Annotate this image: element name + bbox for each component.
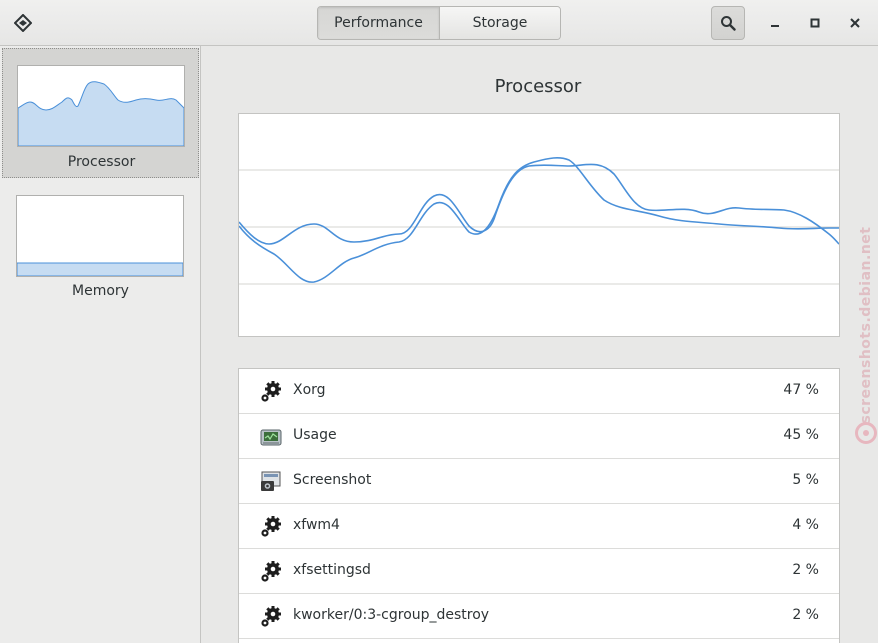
process-name: Xorg [293, 382, 326, 398]
cpu-line-1 [239, 163, 839, 245]
process-row-screenshot[interactable]: Screenshot 5 % [239, 459, 839, 504]
cpu-line-2 [239, 157, 839, 283]
process-cpu-value: 45 % [783, 427, 819, 443]
gears-icon [261, 561, 281, 582]
main-panel: Processor Xorg 47 % Usage 45 % Screensho… [202, 46, 878, 643]
sidebar-item-processor[interactable]: Processor [2, 48, 199, 178]
process-name: kworker/0:3-cgroup_destroy [293, 607, 490, 623]
gears-icon [261, 516, 281, 537]
minimize-icon [771, 25, 779, 27]
close-button[interactable] [845, 13, 865, 33]
process-cpu-value: 2 % [792, 607, 819, 623]
watermark-text: screenshots.debian.net [858, 226, 874, 424]
close-icon [850, 18, 860, 28]
system-monitor-icon [260, 429, 282, 446]
process-cpu-value: 4 % [792, 517, 819, 533]
tab-performance[interactable]: Performance [318, 7, 439, 39]
processor-thumbnail-graph [17, 65, 185, 147]
process-name: xfsettingsd [293, 562, 371, 578]
gears-icon [261, 381, 281, 402]
process-row-kworker[interactable]: kworker/0:3-cgroup_destroy 2 % [239, 594, 839, 639]
search-button[interactable] [711, 6, 745, 40]
gears-icon [261, 606, 281, 627]
process-name: xfwm4 [293, 517, 340, 533]
sidebar-item-memory[interactable]: Memory [2, 179, 199, 309]
process-cpu-value: 47 % [783, 382, 819, 398]
watermark: screenshots.debian.net [852, 200, 878, 450]
search-icon [721, 16, 736, 31]
memory-thumbnail-graph [16, 195, 184, 277]
process-row-xfwm4[interactable]: xfwm4 4 % [239, 504, 839, 549]
page-title: Processor [494, 76, 582, 97]
process-cpu-value: 2 % [792, 562, 819, 578]
process-list: Xorg 47 % Usage 45 % Screenshot 5 % xfwm… [238, 368, 840, 643]
sidebar-item-label: Memory [72, 283, 129, 299]
minimize-button[interactable] [765, 13, 785, 33]
sidebar-item-label: Processor [67, 154, 136, 170]
processor-graph [238, 113, 840, 337]
process-cpu-value: 5 % [792, 472, 819, 488]
tab-storage[interactable]: Storage [439, 7, 560, 39]
header-bar: Performance Storage [0, 0, 878, 46]
maximize-icon [810, 18, 820, 28]
screenshot-icon [261, 471, 281, 491]
process-name: Usage [293, 427, 337, 443]
process-row-xfsettingsd[interactable]: xfsettingsd 2 % [239, 549, 839, 594]
process-row-usage[interactable]: Usage 45 % [239, 414, 839, 459]
sidebar: Processor Memory [0, 46, 201, 643]
view-switcher: Performance Storage [317, 6, 561, 40]
watermark-logo-icon [855, 422, 877, 444]
maximize-button[interactable] [805, 13, 825, 33]
process-row-xorg[interactable]: Xorg 47 % [239, 369, 839, 414]
process-name: Screenshot [293, 472, 372, 488]
app-icon[interactable] [14, 14, 32, 32]
